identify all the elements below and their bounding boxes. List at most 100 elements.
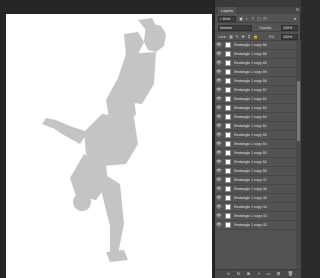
layer-thumbnail: [225, 132, 231, 138]
layer-row[interactable]: 👁 Rectangle 1 copy 64: [215, 113, 296, 122]
layer-thumbnail: [225, 141, 231, 147]
visibility-eye-icon[interactable]: 👁: [216, 86, 222, 94]
blend-mode-select[interactable]: Normal: [218, 24, 252, 31]
layer-row[interactable]: 👁 Rectangle 1 copy 43: [215, 212, 296, 221]
layer-row[interactable]: 👁 Rectangle 1 copy 56: [215, 131, 296, 140]
visibility-eye-icon[interactable]: 👁: [216, 176, 222, 184]
visibility-eye-icon[interactable]: 👁: [216, 149, 222, 157]
visibility-eye-icon[interactable]: 👁: [216, 122, 222, 130]
layer-row[interactable]: 👁 Rectangle 1 copy 54: [215, 140, 296, 149]
layer-row[interactable]: 👁 Rectangle 1 copy 62: [215, 95, 296, 104]
layer-name[interactable]: Rectangle 1 copy 63: [234, 104, 267, 112]
layer-name[interactable]: Rectangle 1 copy 42: [234, 221, 267, 229]
layer-name[interactable]: Rectangle 1 copy 60: [234, 59, 267, 67]
layer-row[interactable]: 👁 Rectangle 1 copy 59: [215, 68, 296, 77]
filter-pixel-icon[interactable]: ▣: [239, 16, 243, 21]
layer-name[interactable]: Rectangle 1 copy 62: [234, 95, 267, 103]
visibility-eye-icon[interactable]: 👁: [216, 131, 222, 139]
link-layers-icon[interactable]: ∞: [225, 270, 232, 278]
layer-row[interactable]: 👁 Rectangle 1 copy 47: [215, 176, 296, 185]
filter-smartobject-icon[interactable]: ⊡: [263, 16, 267, 21]
layer-thumbnail: [225, 213, 231, 219]
scrollbar-thumb[interactable]: [297, 81, 300, 141]
visibility-eye-icon[interactable]: 👁: [216, 113, 222, 121]
layer-name[interactable]: Rectangle 1 copy 65: [234, 50, 267, 58]
visibility-eye-icon[interactable]: 👁: [216, 140, 222, 148]
layer-row[interactable]: 👁 Rectangle 1 copy 57: [215, 86, 296, 95]
delete-layer-icon[interactable]: 🗑: [287, 270, 294, 278]
visibility-eye-icon[interactable]: 👁: [216, 68, 222, 76]
layer-name[interactable]: Rectangle 1 copy 55: [234, 167, 267, 175]
layer-filter-row: ⌕ Kind ▣ ◐ T ▢ ⊡ ●: [215, 14, 301, 23]
layer-row[interactable]: 👁 Rectangle 1 copy 49: [215, 194, 296, 203]
layer-name[interactable]: Rectangle 1 copy 54: [234, 140, 267, 148]
visibility-eye-icon[interactable]: 👁: [216, 104, 222, 112]
layer-name[interactable]: Rectangle 1 copy 43: [234, 212, 267, 220]
layer-name[interactable]: Rectangle 1 copy 53: [234, 149, 267, 157]
opacity-field[interactable]: 100%: [281, 24, 298, 31]
layer-row[interactable]: 👁 Rectangle 1 copy 66: [215, 41, 296, 50]
panel-menu-icon[interactable]: ≡: [296, 7, 299, 14]
layer-row[interactable]: 👁 Rectangle 1 copy 52: [215, 158, 296, 167]
panel-titlebar[interactable]: [215, 0, 301, 7]
adjustment-layer-icon[interactable]: ◑: [255, 270, 262, 278]
filter-toggle-icon[interactable]: ●: [293, 16, 297, 21]
layer-thumbnail: [225, 204, 231, 210]
layer-row[interactable]: 👁 Rectangle 1 copy 55: [215, 167, 296, 176]
layer-row[interactable]: 👁 Rectangle 1 copy 60: [215, 59, 296, 68]
layer-thumbnail: [225, 69, 231, 75]
lock-paint-icon[interactable]: ✎: [235, 34, 239, 39]
layer-name[interactable]: Rectangle 1 copy 64: [234, 113, 267, 121]
layer-name[interactable]: Rectangle 1 copy 57: [234, 86, 267, 94]
lock-artboard-icon[interactable]: ⌗: [247, 34, 251, 39]
layer-name[interactable]: Rectangle 1 copy 49: [234, 194, 267, 202]
new-group-icon[interactable]: ▭: [265, 270, 272, 278]
layer-thumbnail: [225, 168, 231, 174]
visibility-eye-icon[interactable]: 👁: [216, 203, 222, 211]
visibility-eye-icon[interactable]: 👁: [216, 59, 222, 67]
filter-type-icon[interactable]: T: [251, 16, 255, 21]
visibility-eye-icon[interactable]: 👁: [216, 221, 222, 229]
layer-row[interactable]: 👁 Rectangle 1 copy 44: [215, 203, 296, 212]
layer-row[interactable]: 👁 Rectangle 1 copy 63: [215, 104, 296, 113]
filter-kind-select[interactable]: ⌕ Kind: [218, 15, 236, 22]
canvas-area[interactable]: [0, 0, 214, 278]
layer-name[interactable]: Rectangle 1 copy 58: [234, 77, 267, 85]
lock-all-icon[interactable]: 🔒: [253, 34, 258, 39]
layer-name[interactable]: Rectangle 1 copy 59: [234, 68, 267, 76]
layer-row[interactable]: 👁 Rectangle 1 copy 48: [215, 185, 296, 194]
visibility-eye-icon[interactable]: 👁: [216, 158, 222, 166]
layer-row[interactable]: 👁 Rectangle 1 copy 42: [215, 221, 296, 230]
document-canvas[interactable]: [6, 14, 212, 278]
lock-pixels-icon[interactable]: ▦: [229, 34, 233, 39]
visibility-eye-icon[interactable]: 👁: [216, 212, 222, 220]
visibility-eye-icon[interactable]: 👁: [216, 185, 222, 193]
filter-shape-icon[interactable]: ▢: [257, 16, 261, 21]
layers-scrollbar[interactable]: [296, 41, 301, 269]
layer-name[interactable]: Rectangle 1 copy 52: [234, 158, 267, 166]
layer-name[interactable]: Rectangle 1 copy 61: [234, 122, 267, 130]
layer-row[interactable]: 👁 Rectangle 1 copy 53: [215, 149, 296, 158]
layer-row[interactable]: 👁 Rectangle 1 copy 58: [215, 77, 296, 86]
add-mask-icon[interactable]: ◙: [245, 270, 252, 278]
visibility-eye-icon[interactable]: 👁: [216, 41, 222, 49]
layer-name[interactable]: Rectangle 1 copy 66: [234, 41, 267, 49]
layer-name[interactable]: Rectangle 1 copy 48: [234, 185, 267, 193]
layer-row[interactable]: 👁 Rectangle 1 copy 61: [215, 122, 296, 131]
layer-style-icon[interactable]: fx: [235, 270, 242, 278]
layer-name[interactable]: Rectangle 1 copy 56: [234, 131, 267, 139]
new-layer-icon[interactable]: ⊞: [275, 270, 282, 278]
layer-row[interactable]: 👁 Rectangle 1 copy 65: [215, 50, 296, 59]
layer-name[interactable]: Rectangle 1 copy 44: [234, 203, 267, 211]
layer-name[interactable]: Rectangle 1 copy 47: [234, 176, 267, 184]
tab-layers[interactable]: Layers: [218, 7, 237, 14]
visibility-eye-icon[interactable]: 👁: [216, 194, 222, 202]
visibility-eye-icon[interactable]: 👁: [216, 77, 222, 85]
visibility-eye-icon[interactable]: 👁: [216, 95, 222, 103]
visibility-eye-icon[interactable]: 👁: [216, 50, 222, 58]
layer-thumbnail: [225, 42, 231, 48]
visibility-eye-icon[interactable]: 👁: [216, 167, 222, 175]
filter-adjustment-icon[interactable]: ◐: [245, 16, 249, 21]
fill-field[interactable]: 100%: [281, 33, 298, 40]
lock-position-icon[interactable]: ✥: [241, 34, 245, 39]
